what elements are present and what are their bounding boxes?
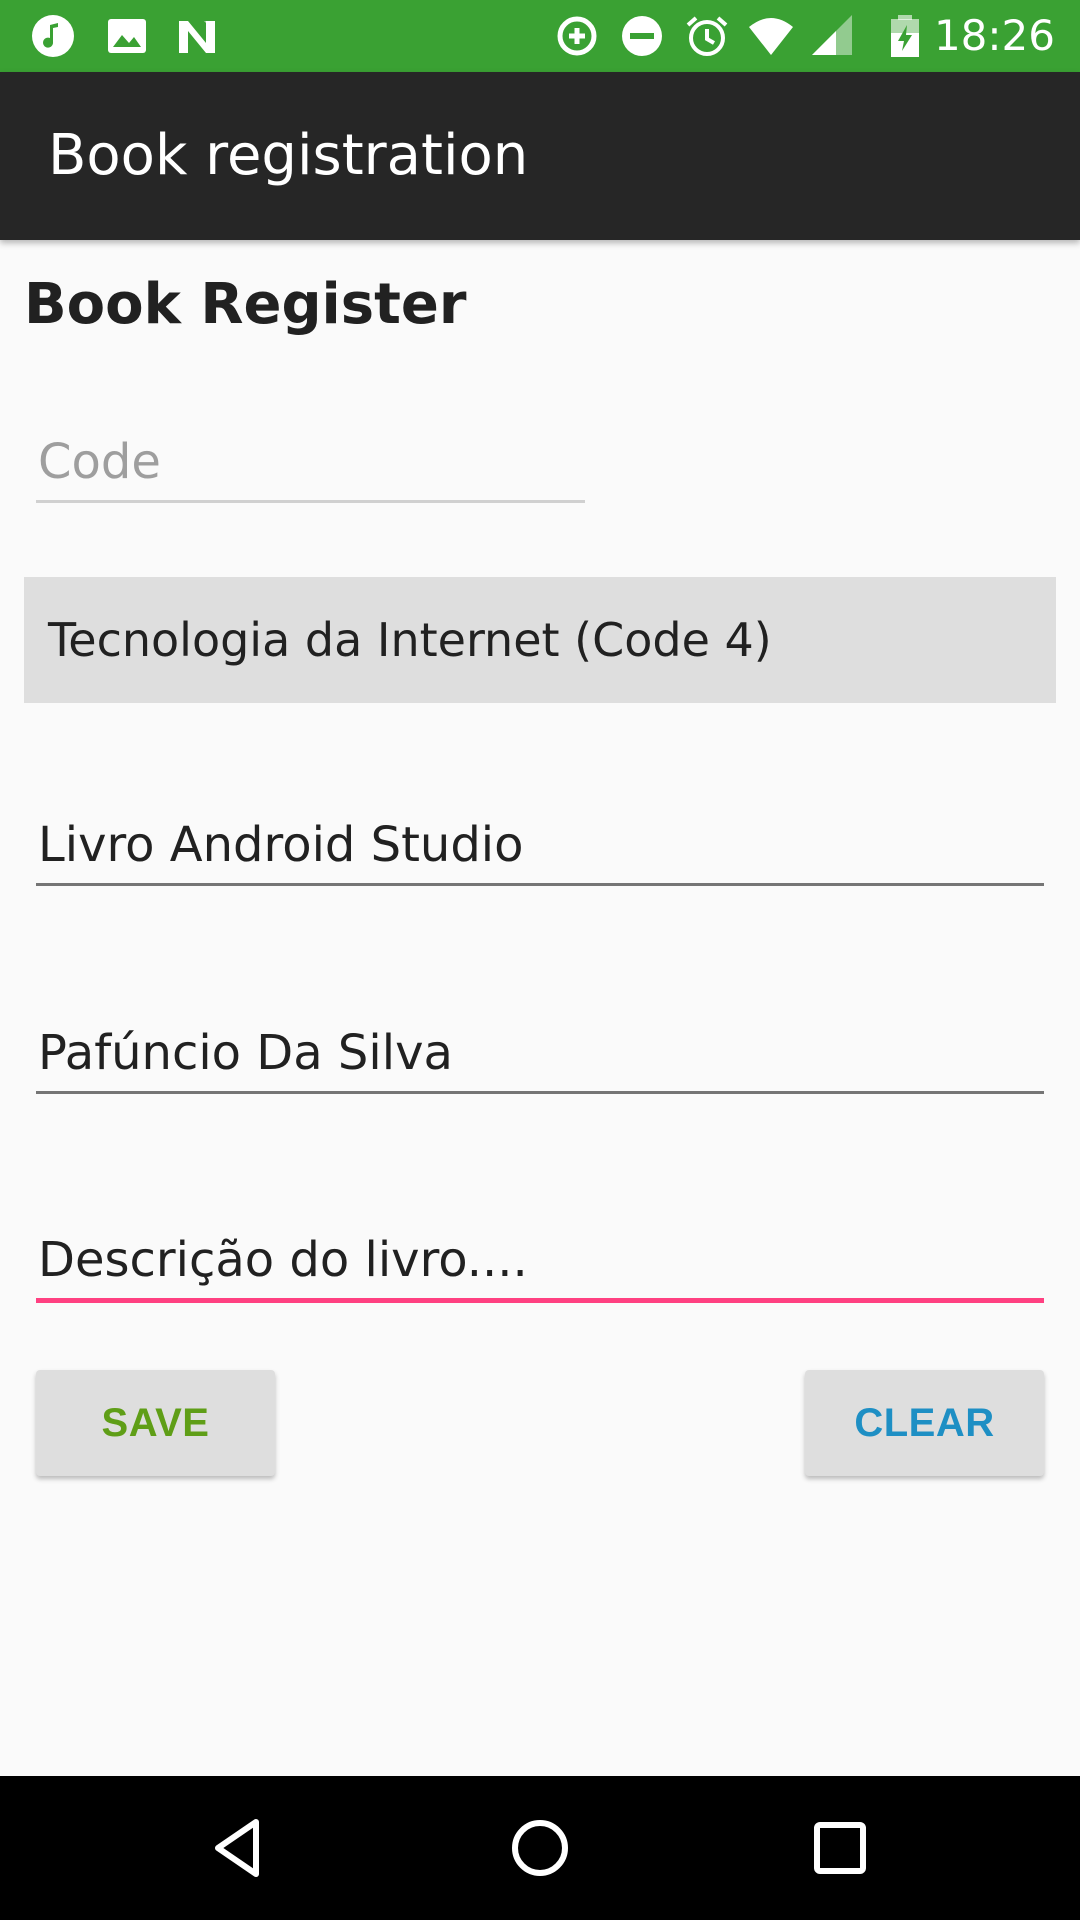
category-selected-value: Tecnologia da Internet (Code 4) [48,613,772,667]
category-dropdown[interactable]: Tecnologia da Internet (Code 4) [24,577,1056,703]
do-not-disturb-icon [622,16,662,56]
back-icon[interactable] [204,1812,276,1884]
wifi-icon [749,18,793,55]
author-value: Pafúncio Da Silva [38,1025,453,1081]
battery-charging-icon [891,15,919,57]
title-input[interactable]: Livro Android Studio [36,816,1044,886]
data-saver-icon [557,16,597,56]
n-notification-icon [179,21,215,53]
image-icon [108,19,146,53]
alarm-icon [686,16,728,56]
navigation-bar [0,1776,1080,1920]
music-note-icon [32,15,74,57]
title-value: Livro Android Studio [38,817,524,873]
code-placeholder: Code [38,434,161,490]
save-button[interactable]: SAVE [36,1370,275,1476]
app-title: Book registration [48,123,529,188]
description-value: Descrição do livro.... [38,1232,528,1288]
signal-icon [812,15,852,55]
app-bar: Book registration [0,72,1080,240]
page-heading: Book Register [24,272,467,337]
code-input[interactable]: Code [36,433,585,503]
description-input[interactable]: Descrição do livro.... [36,1232,1044,1303]
recents-icon[interactable] [804,1812,876,1884]
clock-time: 18:26 [933,11,1055,60]
status-bar: 18:26 [0,0,1080,72]
clear-button[interactable]: CLEAR [805,1370,1044,1476]
home-icon[interactable] [504,1812,576,1884]
author-input[interactable]: Pafúncio Da Silva [36,1024,1044,1094]
